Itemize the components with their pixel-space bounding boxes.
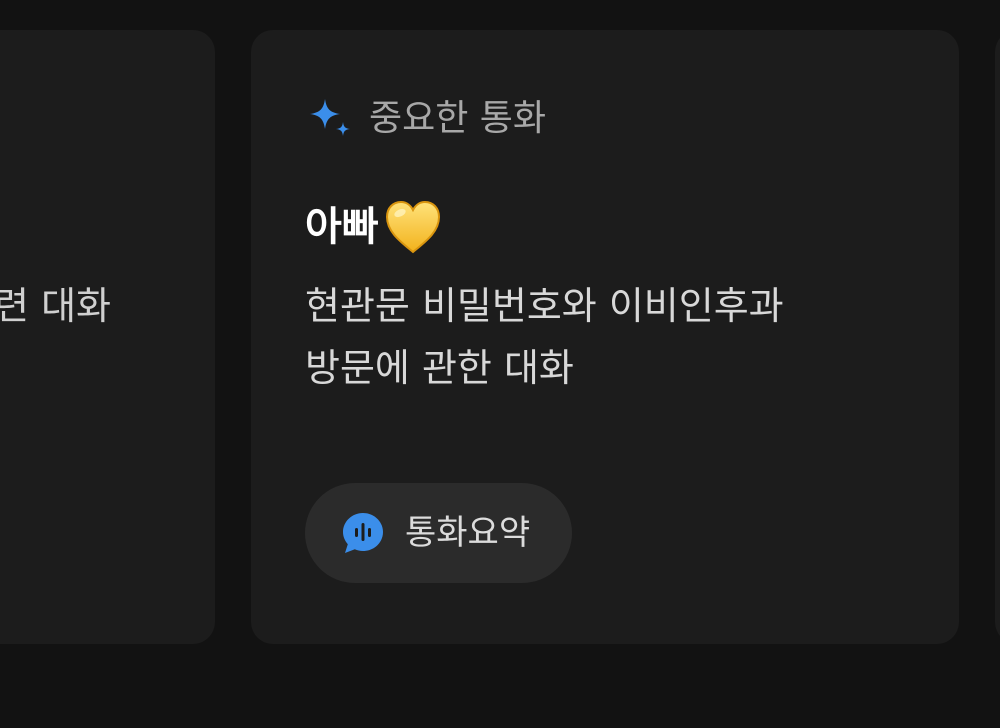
- important-call-label-row: 중요한 통화: [305, 92, 546, 146]
- call-summary-button-label: 통화요약: [405, 513, 531, 553]
- previous-call-card[interactable]: 련 대화: [0, 30, 215, 644]
- call-summary-button[interactable]: 통화요약: [305, 483, 572, 583]
- contact-row: 아빠: [305, 196, 443, 258]
- yellow-heart-icon: [385, 200, 440, 254]
- summary-line: 방문에 관한 대화: [305, 346, 574, 390]
- sparkle-icon: [310, 99, 350, 136]
- call-summary-text: 현관문 비밀번호와 이비인후과 방문에 관한 대화: [305, 275, 905, 399]
- important-call-label: 중요한 통화: [369, 98, 547, 139]
- summary-line: 현관문 비밀번호와 이비인후과: [305, 284, 784, 328]
- contact-name: 아빠: [305, 204, 379, 250]
- voice-chat-bubble-icon: [343, 513, 383, 553]
- previous-call-summary-text: 련 대화: [0, 284, 111, 328]
- next-call-card[interactable]: [995, 30, 1000, 644]
- important-call-card[interactable]: 중요한 통화 아빠 현관문 비밀번호와 이비인후과 방문에 관한 대화 통화요약: [251, 30, 959, 644]
- call-summary-carousel: 련 대화 중요한 통화 아빠 현관문 비밀번호와 이비인후과 방문에 관한 대화…: [0, 0, 1000, 728]
